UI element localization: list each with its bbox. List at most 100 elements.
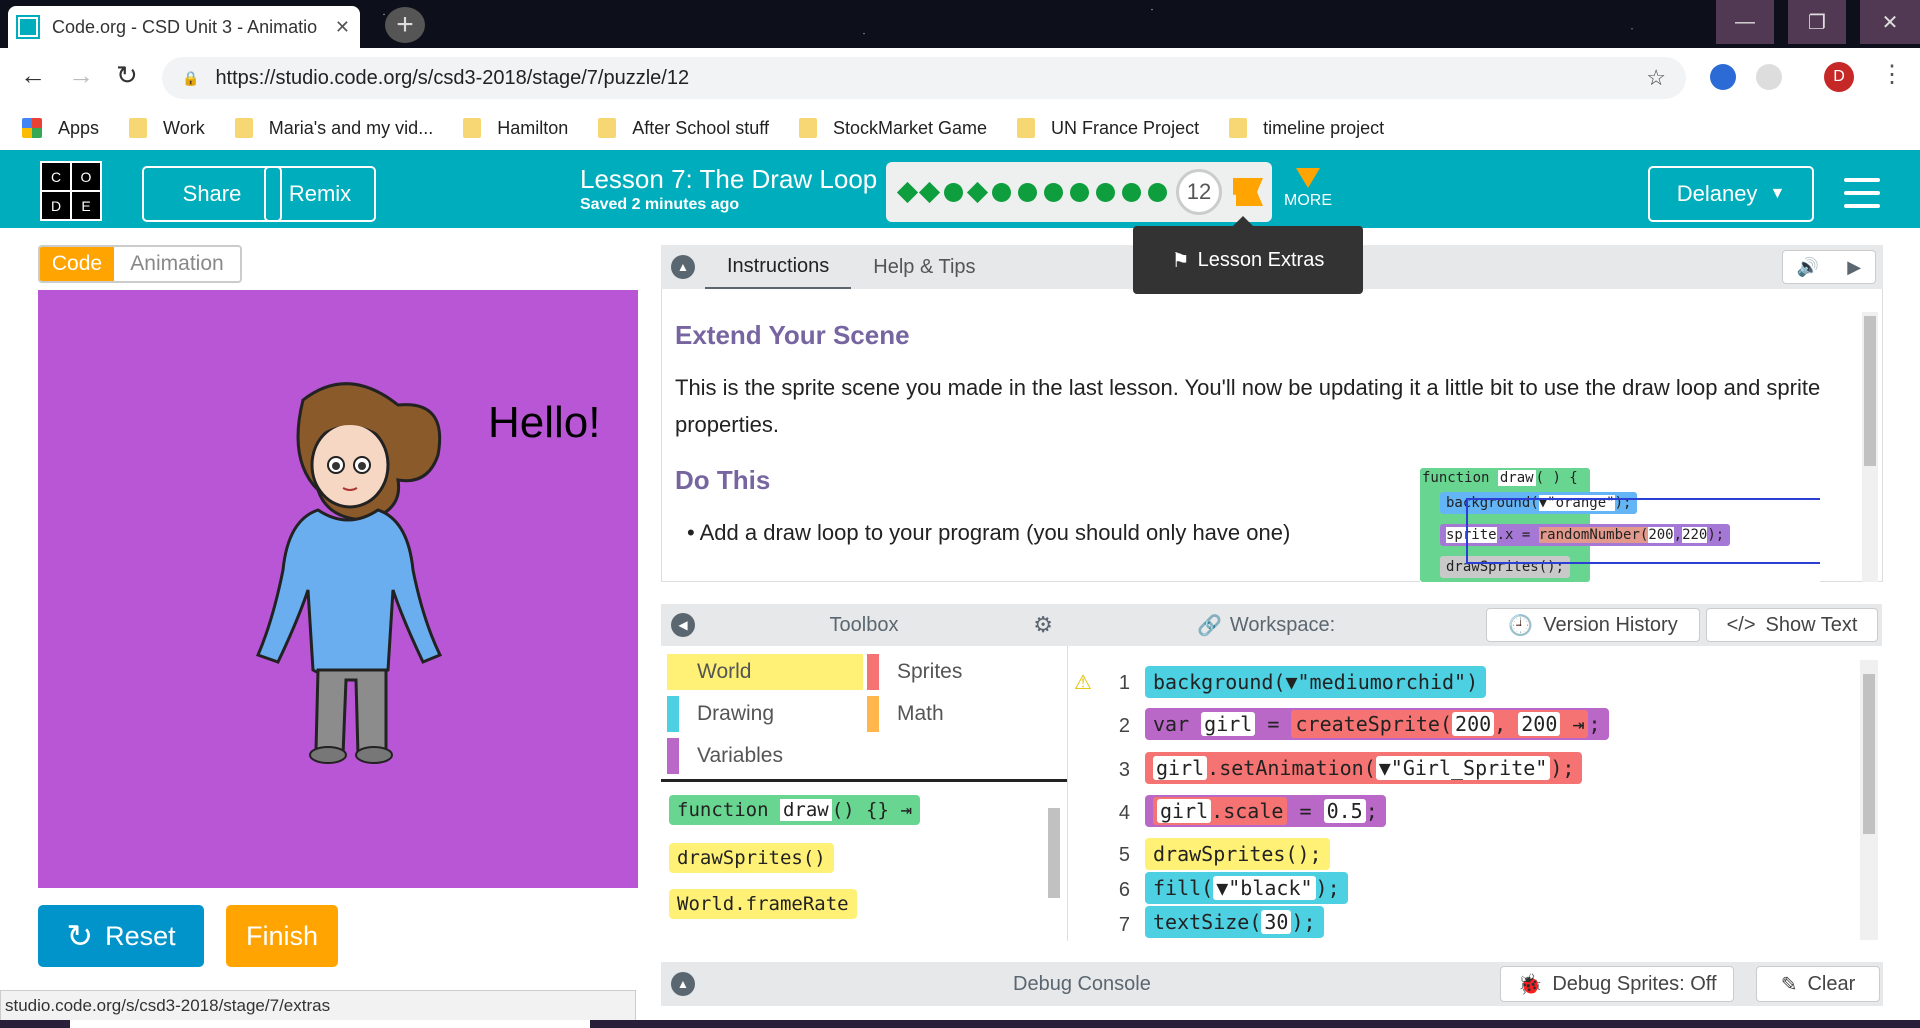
tab-instructions[interactable]: Instructions <box>705 245 852 289</box>
code-line-drawsprites[interactable]: drawSprites(); <box>1145 838 1330 870</box>
level-diamond[interactable] <box>896 181 919 203</box>
collapse-up-icon[interactable]: ▲ <box>671 255 695 279</box>
bookmark-folder[interactable]: Work <box>129 118 205 139</box>
play-icon[interactable]: ▶ <box>1847 257 1861 278</box>
workspace-scrollbar[interactable] <box>1860 660 1878 940</box>
level-dot[interactable] <box>1018 182 1037 202</box>
folder-icon <box>463 118 482 138</box>
code-line-textsize[interactable]: textSize(30); <box>1145 906 1324 938</box>
expand-up-icon[interactable]: ▲ <box>671 972 695 996</box>
category-variables[interactable]: Variables <box>667 738 783 774</box>
warning-icon[interactable]: ⚠ <box>1074 670 1092 695</box>
level-dot[interactable] <box>1096 182 1115 202</box>
close-window-icon[interactable]: ✕ <box>1860 0 1920 44</box>
extension-circle-icon[interactable] <box>1756 64 1782 90</box>
example-code-image: function draw( ) { background(▼"orange")… <box>1420 468 1820 582</box>
reload-icon[interactable]: ↻ <box>116 60 138 91</box>
current-level-bubble[interactable]: 12 <box>1176 169 1222 215</box>
url-text: https://studio.code.org/s/csd3-2018/stag… <box>215 66 690 89</box>
bookmark-folder[interactable]: Maria's and my vid... <box>234 118 433 139</box>
url-bar[interactable]: 🔒 https://studio.code.org/s/csd3-2018/st… <box>162 57 1686 99</box>
instructions-scrollbar[interactable] <box>1862 312 1878 582</box>
stage-text: Hello! <box>488 398 601 447</box>
code-line-background[interactable]: background(▼"mediumorchid") <box>1145 666 1487 698</box>
folder-icon <box>129 118 148 138</box>
minimize-icon[interactable]: — <box>1716 0 1774 44</box>
new-tab-button[interactable]: + <box>385 7 425 43</box>
caret-down-icon: ▼ <box>1769 185 1786 202</box>
folder-icon <box>234 118 253 138</box>
bookmark-star-icon[interactable]: ☆ <box>1646 65 1666 91</box>
level-diamond[interactable] <box>966 181 989 203</box>
chrome-menu-icon[interactable]: ⋮ <box>1880 60 1904 89</box>
toolbox-header: ◀ Toolbox ⚙ <box>661 604 1067 646</box>
link-icon: 🔗 <box>1197 614 1222 637</box>
bookmark-folder[interactable]: timeline project <box>1229 118 1384 139</box>
tab-help-tips[interactable]: Help & Tips <box>851 245 997 289</box>
speaker-icon[interactable]: 🔊 <box>1797 257 1819 278</box>
restore-icon[interactable]: ❐ <box>1788 0 1846 44</box>
level-diamond[interactable] <box>918 181 941 203</box>
instruction-bullet: • Add a draw loop to your program (you s… <box>687 520 1291 545</box>
lesson-extras-popup[interactable]: ⚑ Lesson Extras <box>1133 216 1363 294</box>
bookmark-folder[interactable]: Hamilton <box>463 118 568 139</box>
instructions-heading: Extend Your Scene <box>675 320 910 350</box>
bookmark-apps[interactable]: Apps <box>22 118 99 139</box>
code-line-scale[interactable]: girl .scale = 0.5; <box>1145 795 1386 827</box>
level-dot[interactable] <box>1148 182 1167 202</box>
animation-tab[interactable]: Animation <box>114 247 240 281</box>
level-dot[interactable] <box>1122 182 1141 202</box>
finish-button[interactable]: Finish <box>226 905 338 967</box>
level-dot[interactable] <box>1044 182 1063 202</box>
code-tab[interactable]: Code <box>40 247 114 281</box>
clear-button[interactable]: ✎ Clear <box>1756 966 1880 1002</box>
hamburger-menu-icon[interactable] <box>1844 178 1880 208</box>
frame-rate-block[interactable]: World.frameRate <box>669 889 857 919</box>
back-arrow-icon[interactable]: ← <box>20 60 46 91</box>
codeorg-logo[interactable]: CODE <box>40 161 102 221</box>
category-drawing[interactable]: Drawing <box>667 696 774 732</box>
browser-tab[interactable]: Code.org - CSD Unit 3 - Animatio ✕ <box>8 6 360 48</box>
level-dot[interactable] <box>944 182 963 202</box>
folder-icon <box>598 118 617 138</box>
bookmark-folder[interactable]: UN France Project <box>1017 118 1199 139</box>
code-workspace[interactable]: ⚠ 1 2 3 4 5 6 7 background(▼"mediumorchi… <box>1067 646 1882 941</box>
debug-sprites-button[interactable]: 🐞 Debug Sprites: Off <box>1500 966 1734 1002</box>
forward-arrow-icon[interactable]: → <box>68 60 94 91</box>
lesson-extras-flag-icon[interactable] <box>1233 178 1263 206</box>
collapse-left-icon[interactable]: ◀ <box>671 613 695 637</box>
drawsprites-block[interactable]: drawSprites() <box>669 843 834 873</box>
lock-icon: 🔒 <box>182 69 200 86</box>
category-world[interactable]: World <box>667 654 863 690</box>
extension-icon[interactable] <box>1710 64 1736 90</box>
bookmark-folder[interactable]: StockMarket Game <box>798 118 987 139</box>
bug-icon: 🐞 <box>1517 973 1543 996</box>
code-line-var-girl[interactable]: var girl = createSprite(200, 200 ⇥; <box>1145 708 1609 740</box>
level-dot[interactable] <box>1070 182 1089 202</box>
apps-grid-icon <box>22 118 42 138</box>
gear-icon[interactable]: ⚙ <box>1033 612 1053 638</box>
reset-button[interactable]: ↻ Reset <box>38 905 204 967</box>
version-history-button[interactable]: 🕘 Version History <box>1486 608 1700 642</box>
level-dot[interactable] <box>992 182 1011 202</box>
code-line-set-animation[interactable]: girl .setAnimation(▼"Girl_Sprite"); <box>1145 752 1583 784</box>
arrow-icon: ⇥ <box>900 799 912 821</box>
remix-button[interactable]: Remix <box>264 166 376 222</box>
show-text-button[interactable]: </> Show Text <box>1706 608 1878 642</box>
more-button[interactable]: MORE <box>1284 168 1332 210</box>
toolbox-palette: function draw() {} ⇥ drawSprites() World… <box>661 785 1067 941</box>
toolbox-scrollbar[interactable] <box>1044 788 1064 938</box>
game-stage[interactable]: Hello! <box>38 290 638 888</box>
close-tab-icon[interactable]: ✕ <box>335 17 350 38</box>
lesson-title: Lesson 7: The Draw Loop <box>580 164 878 194</box>
function-block[interactable]: function draw() {} ⇥ <box>669 795 920 825</box>
profile-avatar[interactable]: D <box>1824 62 1854 92</box>
share-button[interactable]: Share <box>142 166 282 222</box>
bookmark-folder[interactable]: After School stuff <box>598 118 769 139</box>
code-line-fill[interactable]: fill(▼"black"); <box>1145 872 1348 904</box>
user-menu[interactable]: Delaney ▼ <box>1648 166 1814 222</box>
code-brackets-icon: </> <box>1726 613 1756 636</box>
category-sprites[interactable]: Sprites <box>867 654 962 690</box>
category-math[interactable]: Math <box>867 696 944 732</box>
highlight-box <box>1466 498 1820 564</box>
